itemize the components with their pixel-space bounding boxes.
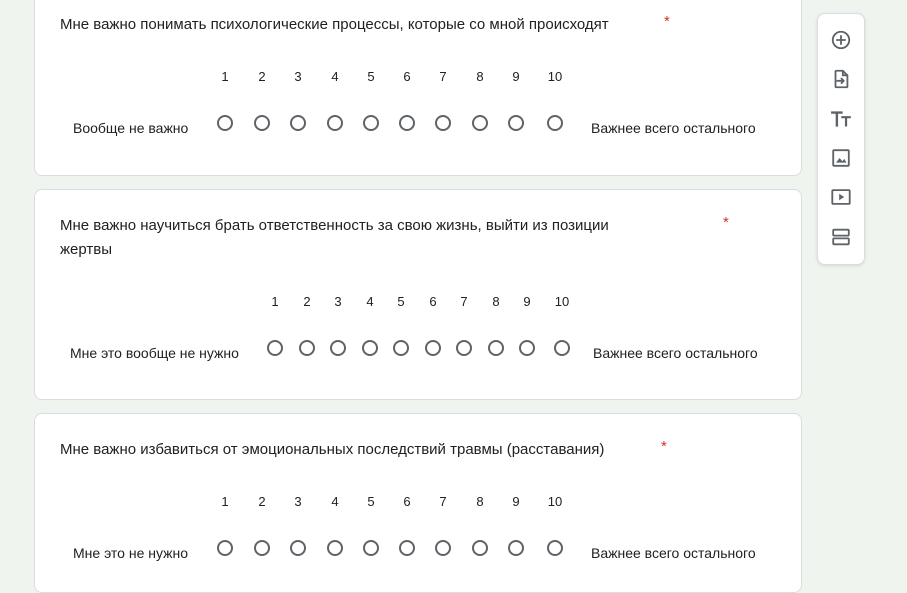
video-icon	[831, 189, 851, 205]
scale-radio-3[interactable]	[290, 115, 306, 131]
scale-number: 5	[367, 494, 375, 509]
scale-radio-2[interactable]	[254, 115, 270, 131]
scale-radio-7[interactable]	[435, 540, 451, 556]
scale-max-label: Важнее всего остального	[593, 345, 758, 361]
scale-number: 6	[429, 294, 437, 309]
question-title: Мне важно избавиться от эмоциональных по…	[60, 441, 605, 458]
scale-number: 8	[476, 494, 484, 509]
scale-radio-2[interactable]	[299, 340, 315, 356]
scale-number: 4	[331, 69, 339, 84]
scale-radio-10[interactable]	[547, 540, 563, 556]
scale-radio-9[interactable]	[508, 540, 524, 556]
scale-number: 1	[271, 294, 279, 309]
scale-number: 3	[294, 494, 302, 509]
scale-radio-7[interactable]	[456, 340, 472, 356]
scale-number: 6	[403, 69, 411, 84]
scale-number: 3	[294, 69, 302, 84]
add-title-button[interactable]	[830, 108, 852, 130]
scale-min-label: Мне это не нужно	[73, 545, 189, 561]
scale-radio-3[interactable]	[290, 540, 306, 556]
scale-number: 2	[258, 69, 266, 84]
scale-radio-2[interactable]	[254, 540, 270, 556]
scale-radio-1[interactable]	[267, 340, 283, 356]
add-circle-icon	[831, 30, 851, 50]
scale-number: 3	[334, 294, 342, 309]
form-toolbar	[817, 13, 865, 265]
scale-number: 6	[403, 494, 411, 509]
question-card-1: Мне важно понимать психологические проце…	[34, 0, 802, 176]
scale-radio-8[interactable]	[472, 115, 488, 131]
scale-number: 7	[439, 69, 447, 84]
scale-number: 9	[523, 294, 531, 309]
scale-number: 1	[221, 494, 229, 509]
scale-number: 7	[439, 494, 447, 509]
add-question-button[interactable]	[830, 29, 852, 51]
import-questions-button[interactable]	[830, 68, 852, 90]
scale-number: 9	[512, 69, 520, 84]
scale-radio-7[interactable]	[435, 115, 451, 131]
scale-number: 9	[512, 494, 520, 509]
scale-radio-6[interactable]	[399, 115, 415, 131]
scale-number: 4	[366, 294, 374, 309]
scale-radio-1[interactable]	[217, 115, 233, 131]
scale-radio-4[interactable]	[327, 540, 343, 556]
required-asterisk: *	[723, 214, 729, 231]
add-video-button[interactable]	[830, 186, 852, 208]
scale-max-label: Важнее всего остального	[591, 120, 756, 136]
scale-number: 10	[554, 294, 570, 309]
scale-number: 4	[331, 494, 339, 509]
section-icon	[832, 228, 850, 246]
question-card-3: Мне важно избавиться от эмоциональных по…	[34, 413, 802, 593]
scale-radio-8[interactable]	[472, 540, 488, 556]
question-title: Мне важно научиться брать ответственност…	[60, 214, 609, 262]
scale-radio-1[interactable]	[217, 540, 233, 556]
scale-radio-6[interactable]	[425, 340, 441, 356]
scale-number: 1	[221, 69, 229, 84]
import-questions-icon	[834, 69, 849, 89]
scale-number: 8	[476, 69, 484, 84]
scale-radio-4[interactable]	[327, 115, 343, 131]
scale-radio-10[interactable]	[554, 340, 570, 356]
add-section-button[interactable]	[830, 226, 852, 248]
scale-radio-8[interactable]	[488, 340, 504, 356]
scale-number: 5	[397, 294, 405, 309]
scale-radio-5[interactable]	[363, 115, 379, 131]
scale-number: 2	[303, 294, 311, 309]
scale-radio-5[interactable]	[393, 340, 409, 356]
question-card-2: Мне важно научиться брать ответственност…	[34, 189, 802, 400]
scale-min-label: Мне это вообще не нужно	[70, 345, 239, 361]
required-asterisk: *	[664, 13, 670, 30]
scale-radio-9[interactable]	[508, 115, 524, 131]
scale-radio-9[interactable]	[519, 340, 535, 356]
scale-number: 10	[547, 69, 563, 84]
scale-number: 7	[460, 294, 468, 309]
question-title: Мне важно понимать психологические проце…	[60, 16, 609, 33]
scale-radio-3[interactable]	[330, 340, 346, 356]
scale-number: 8	[492, 294, 500, 309]
scale-number: 2	[258, 494, 266, 509]
scale-radio-10[interactable]	[547, 115, 563, 131]
question-title-line: жертвы	[60, 241, 113, 258]
question-title-line: Мне важно научиться брать ответственност…	[60, 217, 609, 234]
image-icon	[832, 149, 850, 167]
required-asterisk: *	[661, 438, 667, 455]
scale-radio-6[interactable]	[399, 540, 415, 556]
scale-number: 10	[547, 494, 563, 509]
add-image-button[interactable]	[830, 147, 852, 169]
scale-min-label: Вообще не важно	[73, 120, 189, 136]
title-text-icon	[831, 111, 851, 127]
scale-max-label: Важнее всего остального	[591, 545, 756, 561]
scale-number: 5	[367, 69, 375, 84]
scale-radio-4[interactable]	[362, 340, 378, 356]
scale-radio-5[interactable]	[363, 540, 379, 556]
